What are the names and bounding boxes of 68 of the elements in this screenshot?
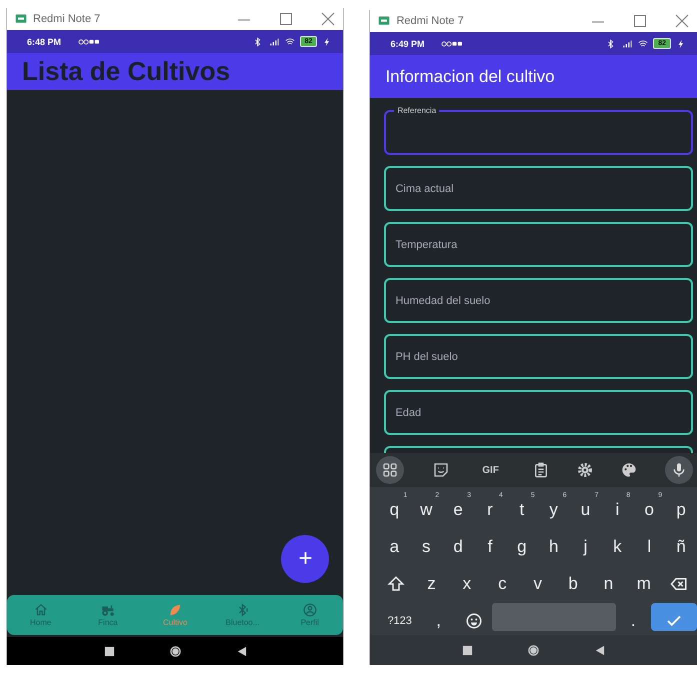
input-field[interactable]: Temperatura: [384, 222, 693, 267]
input-field[interactable]: Humedad del suelo: [384, 278, 693, 323]
app-icon: [378, 15, 390, 27]
input-field[interactable]: PH del suelo: [384, 334, 693, 379]
app-title: Lista de Cultivos: [22, 56, 230, 87]
input-field[interactable]: Cima actual: [384, 166, 693, 211]
signal-icon: [621, 38, 634, 48]
field-label: Temperatura: [395, 238, 458, 250]
maximize-icon[interactable]: [279, 12, 294, 26]
grid-icon[interactable]: [382, 462, 398, 478]
person-icon: [302, 603, 318, 617]
circle-icon[interactable]: [528, 644, 540, 656]
input-field[interactable]: Edad: [384, 390, 693, 435]
keyboard-key[interactable]: v: [520, 566, 556, 594]
keyboard-key[interactable]: f: [474, 528, 506, 556]
sticker-icon[interactable]: [432, 462, 449, 478]
signal-icon: [268, 36, 280, 46]
field-label: PH del suelo: [395, 350, 458, 362]
square-icon[interactable]: [462, 644, 474, 656]
keyboard-key[interactable]: ,: [420, 602, 456, 630]
keyboard-key[interactable]: s: [410, 528, 442, 556]
circle-icon[interactable]: [170, 646, 181, 656]
keyboard-key[interactable]: m: [626, 566, 662, 594]
keyboard-key[interactable]: g: [506, 528, 538, 556]
close-icon[interactable]: [321, 12, 336, 26]
square-icon[interactable]: [104, 646, 115, 656]
field-label: Humedad del suelo: [395, 294, 490, 306]
back-icon[interactable]: [236, 646, 247, 656]
window-title: Redmi Note 7: [33, 13, 100, 25]
keyboard-key[interactable]: d: [442, 528, 474, 556]
maximize-icon[interactable]: [633, 14, 647, 28]
gif-button[interactable]: GIF: [476, 464, 505, 476]
keyboard-key[interactable]: ñ: [665, 528, 697, 556]
keyboard-key[interactable]: c: [484, 566, 520, 594]
field-label: Cima actual: [395, 182, 454, 194]
add-button[interactable]: +: [281, 535, 330, 583]
keyboard-key[interactable]: l: [633, 528, 666, 556]
window-title: Redmi Note 7: [396, 15, 464, 27]
keyboard-key[interactable]: p: [665, 492, 697, 520]
status-time: 6:49 PM: [390, 38, 424, 48]
keyboard-key[interactable]: x: [449, 566, 485, 594]
back-icon[interactable]: [594, 644, 606, 656]
keyboard-key[interactable]: a: [378, 528, 410, 556]
wifi-icon: [637, 38, 650, 48]
keyboard-key[interactable]: .: [616, 602, 651, 630]
app-icon: [15, 13, 27, 25]
status-time: 6:48 PM: [27, 36, 62, 46]
field-label: Referencia: [394, 106, 440, 115]
home-icon: [32, 603, 49, 617]
keyboard-key[interactable]: n: [590, 566, 626, 594]
close-icon[interactable]: [675, 14, 689, 28]
keyboard-key[interactable]: h: [538, 528, 570, 556]
microphone-icon[interactable]: [670, 462, 687, 478]
field-label: Edad: [395, 406, 422, 418]
wifi-icon: [284, 36, 296, 46]
clipboard-icon[interactable]: [532, 462, 549, 478]
app-title: Informacion del cultivo: [385, 66, 555, 86]
symbols-key[interactable]: ?123: [378, 606, 421, 626]
shift-icon[interactable]: [386, 574, 406, 592]
enter-key[interactable]: [650, 602, 697, 630]
keyboard-key[interactable]: b: [555, 566, 591, 594]
palette-icon[interactable]: [620, 462, 637, 478]
settings-icon[interactable]: [576, 462, 593, 478]
keyboard-key[interactable]: k: [601, 528, 634, 556]
emoji-icon[interactable]: [464, 612, 484, 630]
tractor-icon: [100, 603, 116, 617]
keyboard-key[interactable]: j: [570, 528, 602, 556]
keyboard-key[interactable]: z: [414, 566, 450, 594]
